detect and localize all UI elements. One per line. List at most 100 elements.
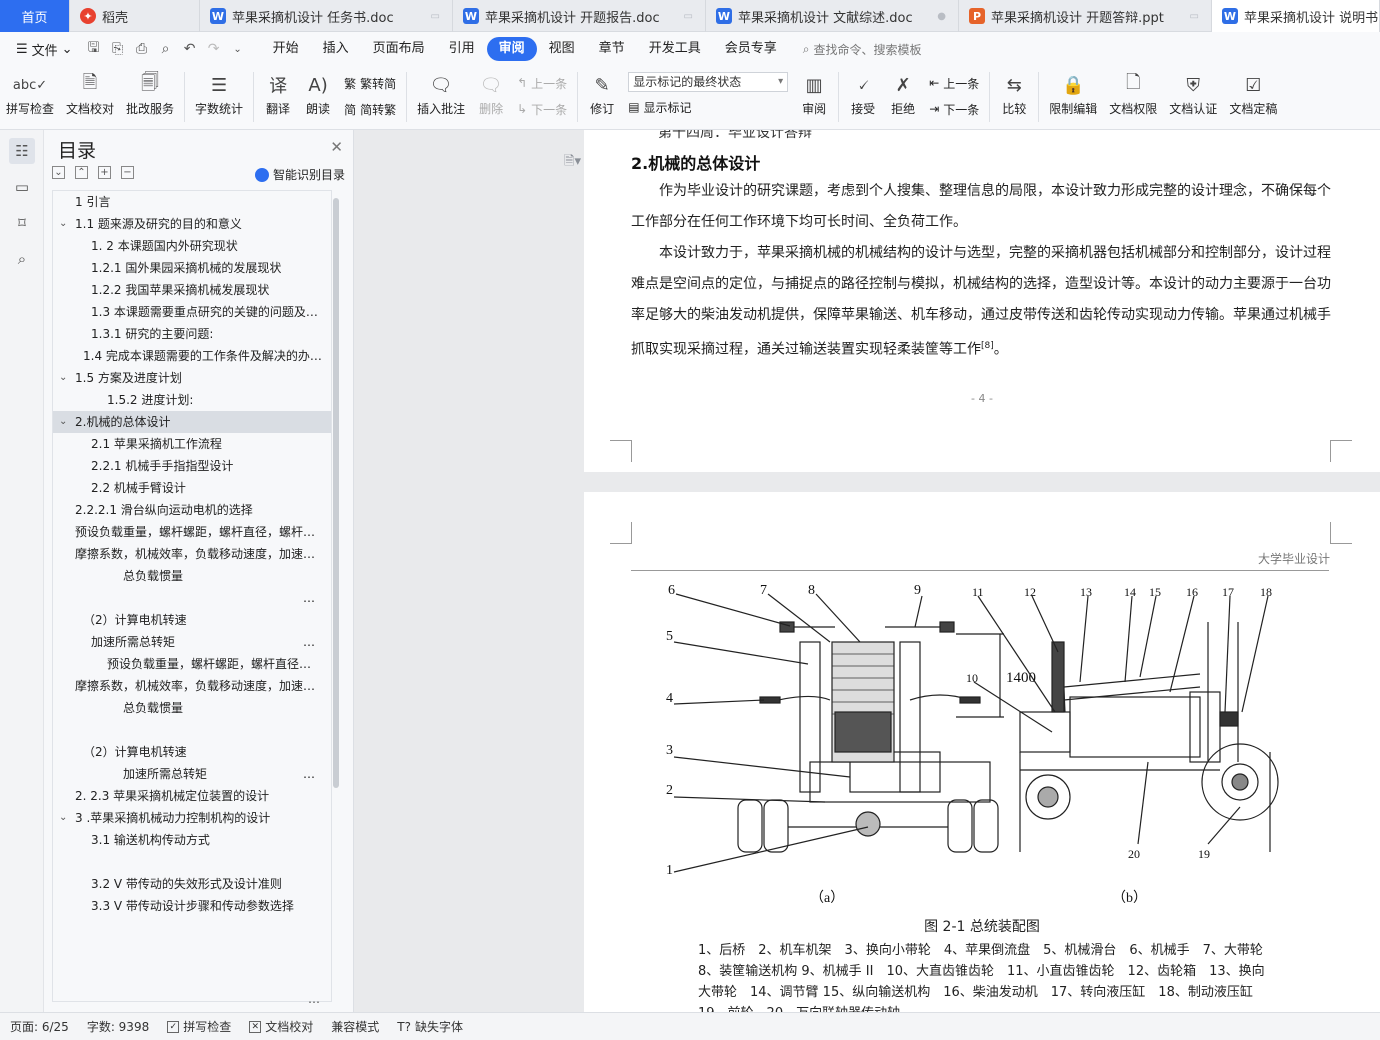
batch-service-button[interactable]: 🗐 批改服务	[120, 70, 180, 118]
file-menu[interactable]: ☰ 文件 ⌄	[10, 40, 79, 59]
next-change-button[interactable]: ⇥ 下一条	[929, 98, 979, 120]
toc-item[interactable]: 1. 2 本课题国内外研究现状	[53, 235, 331, 257]
toc-item[interactable]	[53, 719, 331, 741]
tab-doc-review[interactable]: W 苹果采摘机设计 文献综述.doc ●	[706, 0, 959, 32]
doc-permission-button[interactable]: 🗋 文档权限	[1103, 70, 1163, 118]
close-icon[interactable]: ✕	[330, 138, 343, 156]
restrict-edit-button[interactable]: 🔒 限制编辑	[1043, 70, 1103, 118]
add-level-icon[interactable]: +	[98, 166, 111, 179]
toc-item[interactable]: 加速所需总转矩…	[53, 763, 331, 785]
toc-item[interactable]: （2）计算电机转速	[53, 741, 331, 763]
print-icon[interactable]: ⎙	[133, 40, 151, 58]
spell-check-button[interactable]: abc✓ 拼写检查	[0, 70, 60, 118]
toc-scrollbar[interactable]	[333, 198, 339, 788]
undo-icon[interactable]: ↶	[181, 40, 199, 58]
insert-comment-button[interactable]: 🗨 插入批注	[411, 70, 471, 118]
chevron-down-icon[interactable]: ⌄	[59, 367, 67, 389]
toc-item[interactable]: …	[53, 587, 331, 609]
toc-item[interactable]: 3.2 V 带传动的失效形式及设计准则	[53, 873, 331, 895]
toc-item[interactable]: 2.2.1 机械手手指指型设计	[53, 455, 331, 477]
chevron-down-icon[interactable]: ⌄	[59, 807, 67, 829]
bookmark-icon[interactable]: ⌑	[9, 210, 35, 236]
search-icon[interactable]: ⌕	[9, 246, 35, 272]
toc-item[interactable]: 摩擦系数，机械效率，负载移动速度，加速…	[53, 675, 331, 697]
tab-section[interactable]: 章节	[587, 37, 637, 61]
toc-item[interactable]: 总负载惯量	[53, 697, 331, 719]
toc-item[interactable]: 1.3.1 研究的主要问题:	[53, 323, 331, 345]
simp-to-trad-button[interactable]: 简简转繁	[344, 98, 396, 120]
remove-level-icon[interactable]: −	[121, 166, 134, 179]
toc-item[interactable]: 1 引言	[53, 191, 331, 213]
trad-to-simp-button[interactable]: 繁繁转简	[344, 72, 396, 94]
page-indicator[interactable]: 页面: 6/25	[10, 1018, 69, 1035]
expand-up-icon[interactable]: ⌃	[75, 166, 88, 179]
doc-certify-button[interactable]: ⛨ 文档认证	[1163, 70, 1223, 118]
toc-item[interactable]: 3.1 输送机构传动方式	[53, 829, 331, 851]
tab-doc-manual[interactable]: W 苹果采摘机设计 说明书（	[1212, 0, 1380, 32]
toc-item[interactable]: 1.4 完成本课题需要的工作条件及解决的办…	[53, 345, 331, 367]
quick-access-chevron-icon[interactable]: ⌄	[229, 40, 247, 58]
tab-page-layout[interactable]: 页面布局	[361, 37, 437, 61]
prev-comment-button[interactable]: ↰ 上一条	[517, 72, 567, 94]
markup-mode-select[interactable]: 显示标记的最终状态	[628, 72, 789, 92]
tab-references[interactable]: 引用	[437, 37, 487, 61]
save-icon[interactable]: 🖫	[85, 40, 103, 58]
compare-button[interactable]: ⇆ 比较	[994, 70, 1034, 118]
missing-font-status[interactable]: T? 缺失字体	[397, 1018, 463, 1035]
chapter-panel-icon[interactable]: ▭	[9, 174, 35, 200]
revise-button[interactable]: ✎ 修订	[582, 70, 622, 118]
toc-item[interactable]: 1.2.2 我国苹果采摘机械发展现状	[53, 279, 331, 301]
tab-review[interactable]: 审阅	[486, 37, 537, 61]
show-markup-button[interactable]: ▤ 显示标记	[628, 96, 788, 118]
chevron-down-icon[interactable]: ⌄	[59, 411, 67, 433]
toc-item[interactable]: 加速所需总转矩…	[53, 631, 331, 653]
proofread-status[interactable]: ✕ 文档校对	[249, 1018, 313, 1035]
tab-member[interactable]: 会员专享	[713, 37, 789, 61]
toc-item[interactable]: 2.2.2.1 滑台纵向运动电机的选择	[53, 499, 331, 521]
toc-item[interactable]: 1.2.1 国外果园采摘机械的发展现状	[53, 257, 331, 279]
redo-icon[interactable]: ↷	[205, 40, 223, 58]
toc-item[interactable]: 预设负载重量，螺杆螺距，螺杆直径，螺杆…	[53, 521, 331, 543]
toc-item[interactable]: 2.1 苹果采摘机工作流程	[53, 433, 331, 455]
toc-item[interactable]: ⌄ 1.1 题来源及研究的目的和意义	[53, 213, 331, 235]
toc-item[interactable]: 预设负载重量，螺杆螺距，螺杆直径…	[53, 653, 331, 675]
tab-doc-task[interactable]: W 苹果采摘机设计 任务书.doc ▭	[200, 0, 453, 32]
toc-item[interactable]: 1.5.2 进度计划:	[53, 389, 331, 411]
tab-close-icon[interactable]: ●	[937, 11, 946, 22]
tab-view[interactable]: 视图	[537, 37, 587, 61]
delete-comment-button[interactable]: 🗨 删除	[471, 70, 511, 118]
reject-button[interactable]: ✗ 拒绝	[883, 70, 923, 118]
toc-item[interactable]: （2）计算电机转速	[53, 609, 331, 631]
review-pane-button[interactable]: ▥ 审阅	[794, 70, 834, 118]
toc-item[interactable]: 3.3 V 带传动设计步骤和传动参数选择	[53, 895, 331, 917]
toc-item[interactable]: 2. 2.3 苹果采摘机械定位装置的设计	[53, 785, 331, 807]
prev-change-button[interactable]: ⇤ 上一条	[929, 72, 979, 94]
toc-panel-icon[interactable]: ☷	[9, 138, 35, 164]
toc-item[interactable]: ⌄ 3 .苹果采摘机械动力控制机构的设计	[53, 807, 331, 829]
toc-item[interactable]: 总负载惯量	[53, 565, 331, 587]
spell-check-status[interactable]: ✓ 拼写检查	[167, 1018, 231, 1035]
tab-docer[interactable]: ✦ 稻壳	[70, 0, 200, 32]
collapse-all-icon[interactable]: ⌄	[52, 166, 65, 179]
doc-finalize-button[interactable]: ☑ 文档定稿	[1223, 70, 1283, 118]
tab-insert[interactable]: 插入	[311, 37, 361, 61]
smart-toc-button[interactable]: 智能识别目录	[254, 166, 345, 183]
toc-item[interactable]: ⌄ 1.5 方案及进度计划	[53, 367, 331, 389]
toc-item[interactable]: 2.2 机械手臂设计	[53, 477, 331, 499]
doc-side-icon[interactable]: 🗎▾	[564, 152, 581, 174]
chevron-down-icon[interactable]: ⌄	[59, 213, 67, 235]
word-count-indicator[interactable]: 字数: 9398	[87, 1018, 149, 1035]
command-search[interactable]: ⌕ 查找命令、搜索模板	[803, 41, 922, 58]
tab-ppt-defense[interactable]: P 苹果采摘机设计 开题答辩.ppt ▭	[959, 0, 1212, 32]
export-icon[interactable]: ⎘	[109, 40, 127, 58]
tab-developer[interactable]: 开发工具	[637, 37, 713, 61]
tab-close-icon[interactable]: ▭	[684, 11, 693, 22]
next-comment-button[interactable]: ↳ 下一条	[517, 98, 567, 120]
tab-close-icon[interactable]: ▭	[431, 11, 440, 22]
doc-proofread-button[interactable]: 🗎 文档校对	[60, 70, 120, 118]
print-preview-icon[interactable]: ⌕	[157, 40, 175, 58]
toc-item[interactable]: 摩擦系数，机械效率，负载移动速度，加速…	[53, 543, 331, 565]
accept-button[interactable]: 🗸 接受	[843, 70, 883, 118]
tab-close-icon[interactable]: ▭	[1190, 11, 1199, 22]
toc-item[interactable]	[53, 851, 331, 873]
